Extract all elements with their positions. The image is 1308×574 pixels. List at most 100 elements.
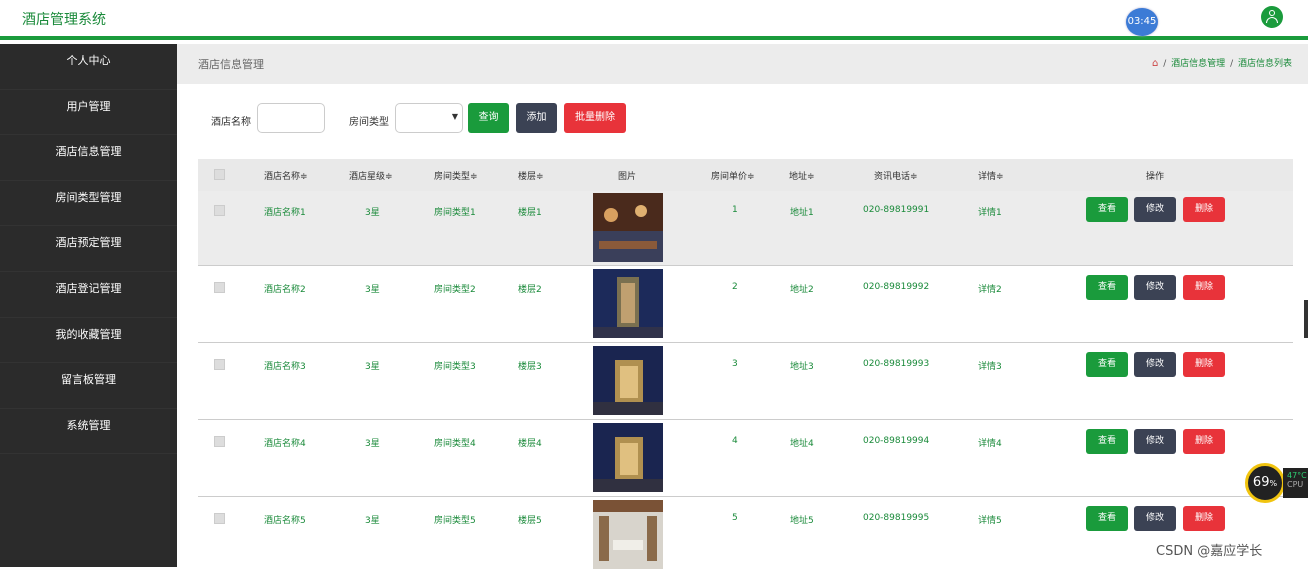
row-checkbox[interactable] [214,359,225,370]
edit-button[interactable]: 修改 [1134,429,1176,454]
column-header-price[interactable]: 房间单价≑ [711,169,755,182]
cpu-temp-panel: 47°C CPU [1283,468,1308,498]
cell-star: 3星 [365,516,380,526]
cell-phone: 020-89819991 [863,205,930,215]
view-button[interactable]: 查看 [1086,275,1128,300]
sidebar-item-system[interactable]: 系统管理 [0,409,177,455]
cell-price: 5 [732,513,738,523]
sidebar-item-message-board[interactable]: 留言板管理 [0,363,177,409]
table-row: 酒店名称4 3星 房间类型4 楼层4 4 地址4 020-89819994 详情… [198,420,1293,497]
main-content: 酒店信息管理 ⌂ / 酒店信息管理 / 酒店信息列表 酒店名称 房间类型 ▼ 查… [177,44,1308,569]
cell-floor: 楼层3 [518,362,542,372]
query-button[interactable]: 查询 [468,103,509,133]
table-row: 酒店名称1 3星 房间类型1 楼层1 1 地址1 020-89819991 详情… [198,191,1293,266]
cell-room-type: 房间类型1 [434,208,476,218]
cell-floor: 楼层4 [518,439,542,449]
cell-detail: 详情1 [978,208,1002,218]
view-button[interactable]: 查看 [1086,352,1128,377]
column-header-star[interactable]: 酒店星级≑ [349,169,393,182]
view-button[interactable]: 查看 [1086,429,1128,454]
cell-room-type: 房间类型5 [434,516,476,526]
cell-room-type: 房间类型4 [434,439,476,449]
cell-floor: 楼层1 [518,208,542,218]
cell-room-type: 房间类型2 [434,285,476,295]
edit-button[interactable]: 修改 [1134,506,1176,531]
user-avatar-icon[interactable] [1261,6,1283,28]
breadcrumb-item-hotel-info[interactable]: 酒店信息管理 [1171,59,1225,69]
sidebar-item-room-types[interactable]: 房间类型管理 [0,181,177,227]
hotel-photo [593,423,663,492]
sidebar-item-favorites[interactable]: 我的收藏管理 [0,318,177,364]
row-checkbox[interactable] [214,282,225,293]
cpu-usage-gauge: 69% [1245,463,1285,503]
breadcrumb-item-hotel-list: 酒店信息列表 [1237,59,1292,69]
sidebar: 个人中心 用户管理 酒店信息管理 房间类型管理 酒店预定管理 酒店登记管理 我的… [0,44,177,567]
column-header-detail[interactable]: 详情≑ [978,169,1004,182]
edit-button[interactable]: 修改 [1134,352,1176,377]
clock-badge: 03:45 [1126,8,1158,36]
sidebar-item-users[interactable]: 用户管理 [0,90,177,136]
column-header-floor[interactable]: 楼层≑ [518,169,544,182]
row-checkbox[interactable] [214,513,225,524]
sidebar-item-personal-center[interactable]: 个人中心 [0,44,177,90]
column-header-room-type[interactable]: 房间类型≑ [434,169,478,182]
row-checkbox[interactable] [214,436,225,447]
cell-price: 2 [732,282,738,292]
hotel-name-input[interactable] [257,103,325,133]
column-header-phone[interactable]: 资讯电话≑ [874,169,918,182]
hotel-photo [593,269,663,338]
hotel-photo [593,193,663,262]
delete-button[interactable]: 删除 [1183,197,1225,222]
edit-button[interactable]: 修改 [1134,275,1176,300]
sidebar-item-hotel-info[interactable]: 酒店信息管理 [0,135,177,181]
column-header-address[interactable]: 地址≑ [789,169,815,182]
cell-price: 1 [732,205,738,215]
cell-hotel-name: 酒店名称2 [264,285,306,295]
delete-button[interactable]: 删除 [1183,429,1225,454]
cell-hotel-name: 酒店名称4 [264,439,306,449]
cell-detail: 详情4 [978,439,1002,449]
sidebar-item-checkin[interactable]: 酒店登记管理 [0,272,177,318]
cpu-percent-sign: % [1269,479,1278,488]
add-button[interactable]: 添加 [516,103,557,133]
edit-button[interactable]: 修改 [1134,197,1176,222]
view-button[interactable]: 查看 [1086,506,1128,531]
app-title: 酒店管理系统 [22,12,106,28]
cell-detail: 详情2 [978,285,1002,295]
breadcrumb: ⌂ / 酒店信息管理 / 酒店信息列表 [1152,58,1292,69]
home-icon[interactable]: ⌂ [1152,58,1158,69]
breadcrumb-bar: 酒店信息管理 ⌂ / 酒店信息管理 / 酒店信息列表 [177,44,1308,84]
hotel-name-label: 酒店名称 [211,117,251,128]
cell-address: 地址1 [790,208,814,218]
delete-button[interactable]: 删除 [1183,506,1225,531]
cell-phone: 020-89819994 [863,436,930,446]
delete-button[interactable]: 删除 [1183,275,1225,300]
table-row: 酒店名称2 3星 房间类型2 楼层2 2 地址2 020-89819992 详情… [198,266,1293,343]
sidebar-item-reservations[interactable]: 酒店预定管理 [0,226,177,272]
table-row: 酒店名称3 3星 房间类型3 楼层3 3 地址3 020-89819993 详情… [198,343,1293,420]
cell-address: 地址5 [790,516,814,526]
column-header-hotel-name[interactable]: 酒店名称≑ [264,169,308,182]
cell-phone: 020-89819995 [863,513,930,523]
search-filter-bar: 酒店名称 房间类型 ▼ 查询 添加 批量删除 [177,103,1308,135]
cell-room-type: 房间类型3 [434,362,476,372]
cell-address: 地址4 [790,439,814,449]
cell-price: 4 [732,436,738,446]
scrollbar-handle[interactable] [1304,300,1308,338]
view-button[interactable]: 查看 [1086,197,1128,222]
row-checkbox[interactable] [214,205,225,216]
table-row: 酒店名称5 3星 房间类型5 楼层5 5 地址5 020-89819995 详情… [198,497,1293,574]
cell-floor: 楼层5 [518,516,542,526]
cell-star: 3星 [365,208,380,218]
select-all-checkbox[interactable] [214,169,225,180]
cell-star: 3星 [365,439,380,449]
cell-hotel-name: 酒店名称5 [264,516,306,526]
cell-star: 3星 [365,362,380,372]
delete-button[interactable]: 删除 [1183,352,1225,377]
cell-price: 3 [732,359,738,369]
hotel-photo [593,500,663,569]
room-type-select[interactable]: ▼ [395,103,463,133]
batch-delete-button[interactable]: 批量删除 [564,103,626,133]
room-type-label: 房间类型 [349,117,389,128]
chevron-down-icon: ▼ [451,112,458,121]
